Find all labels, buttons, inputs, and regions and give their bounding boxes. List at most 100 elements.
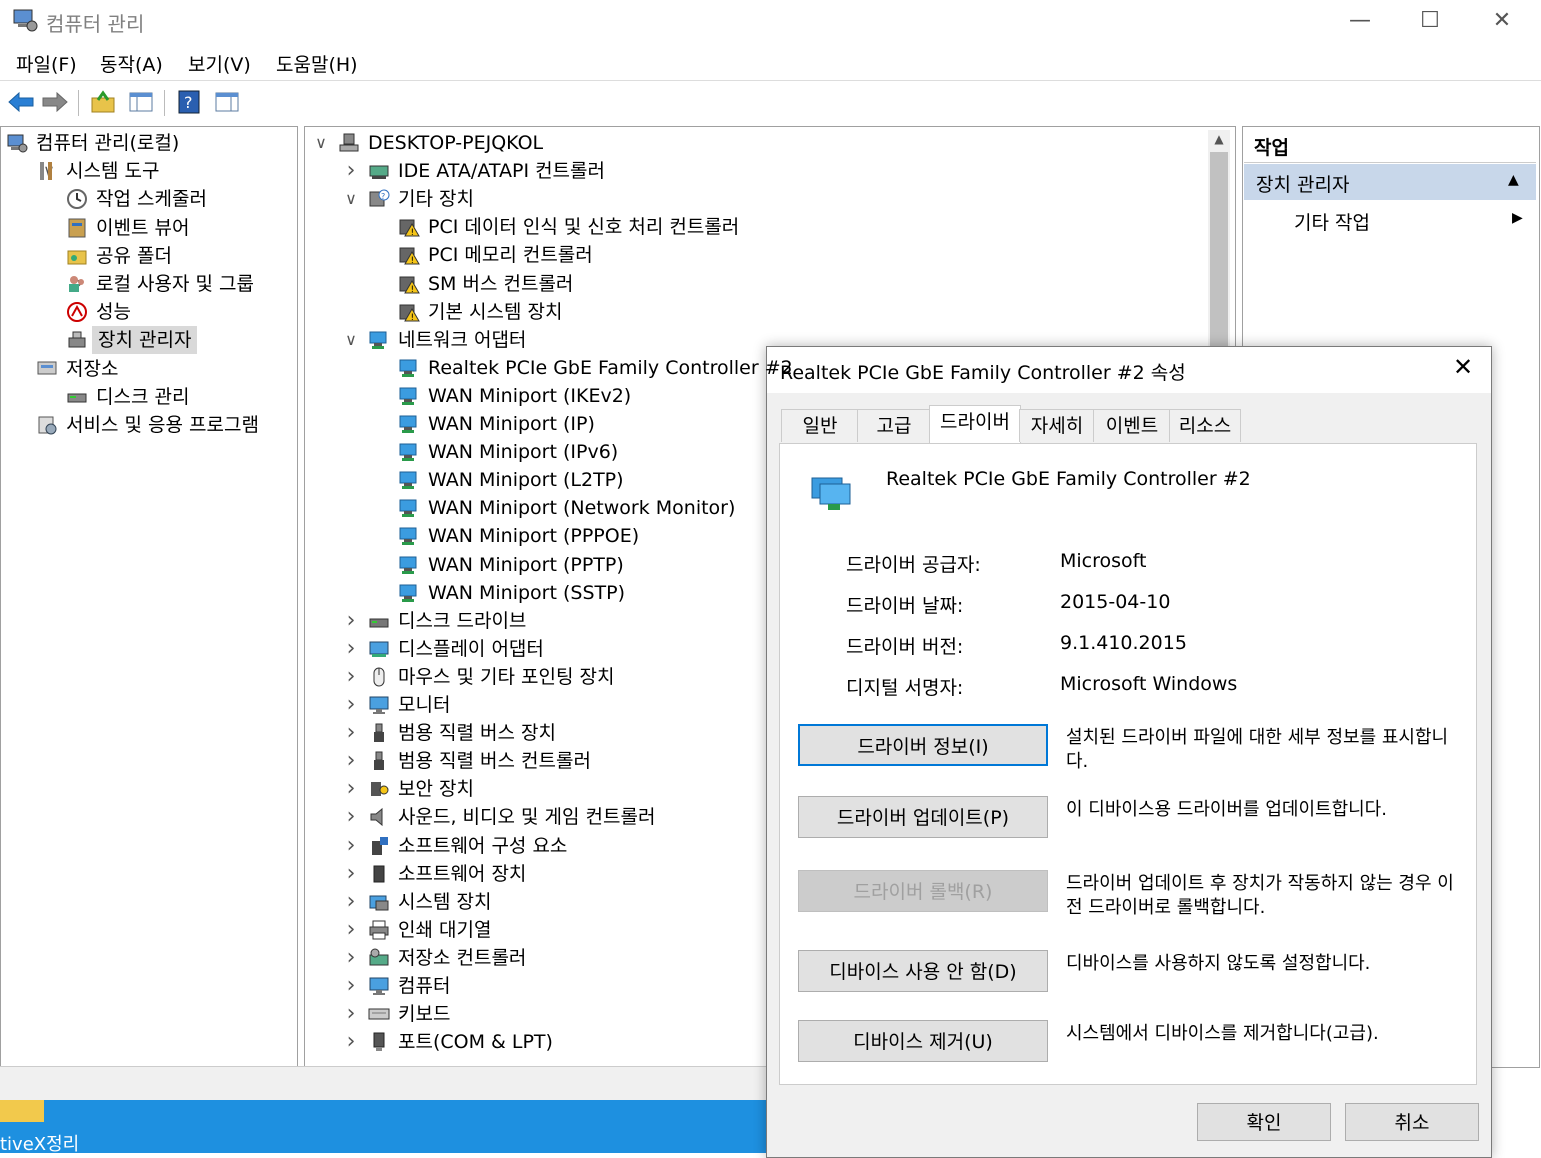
- expand-chevron-right-icon[interactable]: ›: [344, 607, 358, 635]
- uninstall-device-button[interactable]: 디바이스 제거(U): [798, 1020, 1048, 1062]
- expand-chevron-right-icon[interactable]: ›: [344, 888, 358, 916]
- expand-chevron-right-icon[interactable]: ›: [344, 803, 358, 831]
- software-component-icon: [368, 835, 390, 857]
- port-icon: [368, 1031, 390, 1053]
- tab-1[interactable]: 고급: [857, 409, 931, 442]
- menu-action[interactable]: 동작(A): [100, 50, 163, 77]
- menu-view[interactable]: 보기(V): [188, 50, 251, 77]
- expand-chevron-down-icon[interactable]: ∨: [314, 129, 328, 157]
- expand-chevron-right-icon[interactable]: ›: [344, 747, 358, 775]
- tab-4[interactable]: 이벤트: [1093, 409, 1171, 442]
- collapse-up-icon[interactable]: ▲: [1508, 172, 1519, 188]
- up-folder-icon[interactable]: [88, 87, 118, 117]
- expand-chevron-down-icon[interactable]: ∨: [344, 185, 358, 213]
- back-arrow-icon[interactable]: [6, 87, 36, 117]
- more-actions-label: 기타 작업: [1294, 212, 1370, 234]
- tree-item-label: 소프트웨어 장치: [398, 862, 527, 885]
- expand-chevron-right-icon[interactable]: ›: [344, 635, 358, 663]
- tab-0[interactable]: 일반: [781, 409, 859, 442]
- maximize-button[interactable]: ☐: [1410, 6, 1450, 36]
- button-description: 설치된 드라이버 파일에 대한 세부 정보를 표시합니다.: [1066, 727, 1449, 772]
- expand-chevron-down-icon[interactable]: ∨: [344, 326, 358, 354]
- network-adapter-icon: [398, 554, 420, 576]
- tree-item-label: 기타 장치: [398, 188, 474, 211]
- tab-5[interactable]: 리소스: [1169, 409, 1241, 442]
- storage-controller-icon: [368, 947, 390, 969]
- menu-bar: 파일(F) 동작(A) 보기(V) 도움말(H): [0, 42, 1541, 81]
- properties-dialog: Realtek PCIe GbE Family Controller #2 속성…: [766, 346, 1492, 1158]
- system-device-icon: [368, 891, 390, 913]
- security-device-icon: [368, 778, 390, 800]
- button-description: 이 디바이스용 드라이버를 업데이트합니다.: [1066, 799, 1387, 820]
- monitor-icon: [368, 694, 390, 716]
- warning-device-icon: !: [398, 301, 420, 323]
- dialog-title-bar: Realtek PCIe GbE Family Controller #2 속성…: [767, 347, 1491, 393]
- speaker-icon: [368, 806, 390, 828]
- expand-chevron-right-icon[interactable]: ›: [344, 691, 358, 719]
- expand-chevron-right-icon[interactable]: ›: [344, 157, 358, 185]
- scroll-up-icon[interactable]: ▲: [1210, 132, 1228, 150]
- expand-chevron-right-icon[interactable]: ›: [344, 944, 358, 972]
- close-button[interactable]: ✕: [1482, 6, 1522, 36]
- forward-arrow-icon[interactable]: [40, 87, 70, 117]
- tree-item-label: 모니터: [398, 694, 451, 716]
- computer-management-icon: [12, 8, 38, 32]
- dialog-close-icon[interactable]: ✕: [1453, 353, 1473, 381]
- usb-icon: [368, 722, 390, 744]
- scrollbar-thumb[interactable]: [1210, 152, 1228, 372]
- warning-device-icon: !: [398, 216, 420, 238]
- expand-chevron-right-icon[interactable]: ›: [344, 832, 358, 860]
- expand-chevron-right-icon[interactable]: ›: [344, 1000, 358, 1028]
- network-adapter-icon: [398, 497, 420, 519]
- network-adapter-icon: [398, 582, 420, 604]
- tree-item-label: 컴퓨터 관리(로컬): [36, 132, 180, 154]
- tree-item-label: 성능: [96, 301, 131, 324]
- tools-icon: [36, 160, 58, 182]
- driver-details-button[interactable]: 드라이버 정보(I): [798, 724, 1048, 766]
- mouse-icon: [368, 666, 390, 688]
- disable-device-button[interactable]: 디바이스 사용 안 함(D): [798, 950, 1048, 992]
- show-hide-tree-icon[interactable]: [126, 87, 156, 117]
- tree-item-label: 저장소: [66, 357, 119, 380]
- button-description: 시스템에서 디바이스를 제거합니다(고급).: [1066, 1023, 1379, 1044]
- actions-section-device-manager[interactable]: 장치 관리자 ▲: [1244, 164, 1536, 200]
- ok-button[interactable]: 확인: [1197, 1103, 1331, 1141]
- tree-item-label: PCI 메모리 컨트롤러: [428, 244, 593, 267]
- tree-item-label: WAN Miniport (Network Monitor): [428, 497, 736, 520]
- expand-chevron-right-icon[interactable]: ›: [344, 860, 358, 888]
- services-icon: [36, 414, 58, 436]
- expand-chevron-right-icon[interactable]: ›: [344, 719, 358, 747]
- network-adapter-icon: [398, 441, 420, 463]
- expand-chevron-right-icon[interactable]: ›: [344, 972, 358, 1000]
- update-driver-button[interactable]: 드라이버 업데이트(P): [798, 796, 1048, 838]
- tree-item-label: WAN Miniport (PPPOE): [428, 525, 640, 548]
- menu-file[interactable]: 파일(F): [16, 50, 77, 77]
- show-action-pane-icon[interactable]: [212, 87, 242, 117]
- expand-chevron-right-icon[interactable]: ›: [344, 1028, 358, 1056]
- device-manager-icon: [66, 329, 88, 351]
- expand-chevron-right-icon[interactable]: ›: [344, 775, 358, 803]
- expand-chevron-right-icon[interactable]: ›: [344, 916, 358, 944]
- tab-3[interactable]: 자세히: [1019, 409, 1095, 442]
- driver-field-label: 드라이버 공급자:: [846, 554, 981, 576]
- expand-chevron-right-icon[interactable]: ›: [344, 663, 358, 691]
- actions-header-label: 작업: [1254, 137, 1289, 159]
- clock-icon: [66, 188, 88, 210]
- cancel-button[interactable]: 취소: [1345, 1103, 1479, 1141]
- taskbar-item-label[interactable]: tiveX정리: [0, 1130, 79, 1156]
- network-adapter-icon: [398, 413, 420, 435]
- tree-item-label: Realtek PCIe GbE Family Controller #2: [428, 356, 793, 379]
- driver-field-label: 드라이버 버전:: [846, 636, 964, 658]
- help-icon[interactable]: ?: [174, 87, 204, 117]
- tree-item-label: IDE ATA/ATAPI 컨트롤러: [398, 160, 606, 183]
- printer-icon: [368, 919, 390, 941]
- rollback-driver-button: 드라이버 롤백(R): [798, 870, 1048, 912]
- shared-folder-icon: [66, 245, 88, 267]
- menu-help[interactable]: 도움말(H): [276, 50, 358, 77]
- tree-item-label: 장치 관리자: [92, 326, 198, 355]
- device-name: Realtek PCIe GbE Family Controller #2: [886, 468, 1251, 490]
- more-actions-item[interactable]: 기타 작업 ▶: [1244, 206, 1536, 236]
- minimize-button[interactable]: —: [1340, 6, 1380, 36]
- tab-2[interactable]: 드라이버: [929, 405, 1021, 444]
- unknown-device-icon: ?: [368, 188, 390, 210]
